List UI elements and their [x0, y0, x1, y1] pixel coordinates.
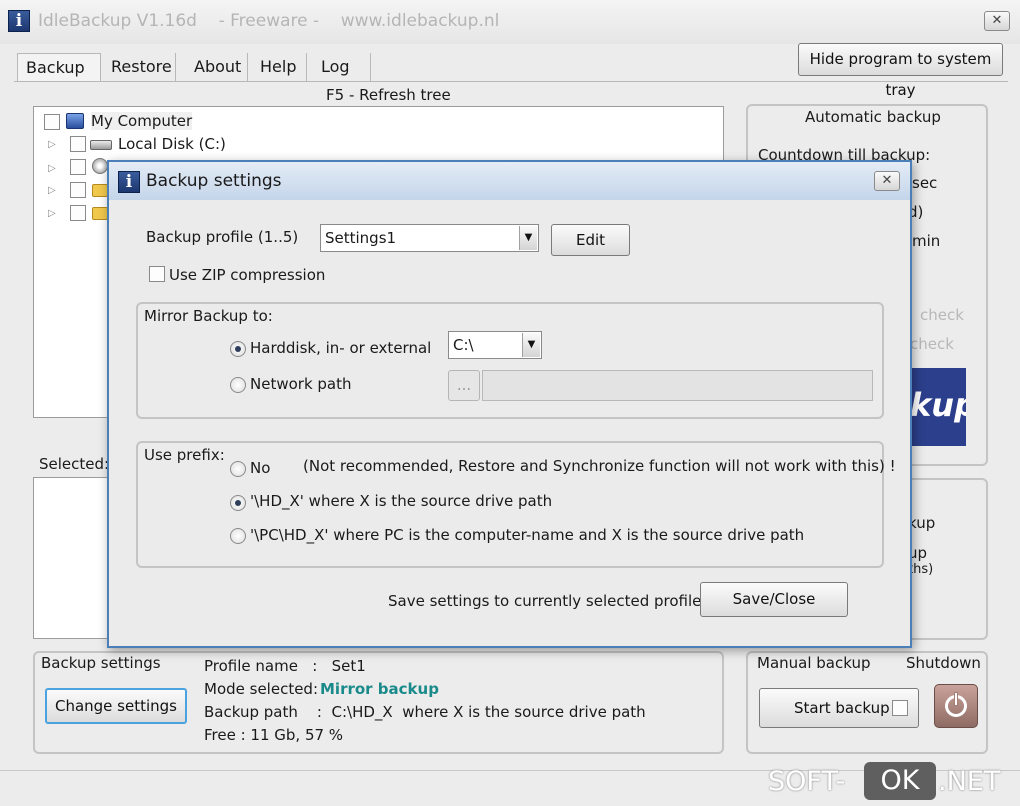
save-note: Save settings to currently selected prof… — [388, 592, 702, 610]
prefix-no-note: (Not recommended, Restore and Synchroniz… — [303, 457, 896, 475]
app-logo: kup — [908, 368, 966, 446]
prefix-pc-label[interactable]: '\PC\HD_X' where PC is the computer-name… — [250, 526, 804, 544]
window-title: IdleBackup V1.16d - Freeware - www.idleb… — [38, 11, 500, 31]
profile-name-text: Profile name : Set1 — [204, 657, 366, 675]
folder-icon — [92, 184, 108, 197]
computer-icon — [66, 113, 84, 129]
browse-button[interactable]: ... — [448, 370, 480, 401]
tab-restore[interactable]: Restore — [103, 53, 176, 81]
expand-icon[interactable]: ▷ — [48, 163, 56, 174]
zip-compression-label: Use ZIP compression — [169, 266, 326, 284]
tree-item-checkbox[interactable] — [70, 159, 86, 175]
app-icon: i — [118, 171, 140, 193]
tab-help[interactable]: Help — [252, 53, 307, 81]
profile-label: Backup profile (1..5) — [146, 228, 299, 246]
prefix-no-radio[interactable] — [230, 461, 246, 477]
partial-text: sec — [912, 174, 938, 192]
tree-root-label[interactable]: My Computer — [91, 112, 193, 130]
close-icon[interactable]: ✕ — [874, 171, 900, 191]
backup-settings-title: Backup settings — [41, 654, 161, 672]
change-settings-button[interactable]: Change settings — [45, 688, 187, 724]
hard-disk-icon — [90, 140, 112, 150]
cd-drive-icon — [92, 158, 108, 174]
refresh-hint: F5 - Refresh tree — [326, 86, 451, 104]
power-icon-bar — [954, 692, 958, 706]
partial-text: kup — [908, 514, 936, 532]
harddisk-label[interactable]: Harddisk, in- or external — [250, 339, 431, 357]
prefix-group: Use prefix: No (Not recommended, Restore… — [136, 441, 896, 568]
partial-text: check — [920, 306, 964, 324]
backup-settings-group: Backup settings Change settings Profile … — [33, 651, 724, 754]
harddisk-radio[interactable] — [230, 341, 246, 357]
profile-select-value: Settings1 — [325, 229, 397, 247]
mirror-backup-group: Mirror Backup to: Harddisk, in- or exter… — [136, 302, 884, 419]
partial-text: check — [910, 335, 954, 353]
edit-profile-button[interactable]: Edit — [551, 224, 630, 256]
tree-item-checkbox[interactable] — [70, 205, 86, 221]
dialog-title: Backup settings — [146, 171, 282, 191]
chevron-down-icon[interactable]: ▼ — [522, 333, 540, 357]
my-computer-checkbox[interactable] — [44, 114, 60, 130]
zip-compression-checkbox[interactable] — [149, 266, 165, 282]
chevron-down-icon[interactable]: ▼ — [519, 226, 537, 250]
expand-icon[interactable]: ▷ — [48, 185, 56, 196]
prefix-group-title: Use prefix: — [144, 446, 225, 464]
mirror-group-title: Mirror Backup to: — [144, 307, 273, 325]
logo-text: kup — [910, 386, 966, 424]
backup-settings-dialog: i Backup settings ✕ Backup profile (1..5… — [107, 160, 912, 648]
partial-text: min — [912, 232, 941, 250]
selected-label: Selected: — [39, 455, 110, 473]
local-disk-checkbox[interactable] — [70, 136, 86, 152]
backup-path-text: Backup path : C:\HD_X where X is the sou… — [204, 703, 646, 721]
mode-label: Mode selected: — [204, 680, 319, 698]
start-backup-button[interactable]: Start backup — [759, 688, 919, 728]
prefix-hd-radio[interactable] — [230, 495, 246, 511]
watermark-suffix: .NET — [938, 766, 1001, 797]
expand-icon[interactable]: ▷ — [48, 208, 56, 219]
tab-divider — [14, 81, 1008, 82]
manual-backup-group: Manual backup Shutdown Start backup — [746, 651, 988, 754]
folder-icon — [92, 207, 108, 220]
prefix-hd-label[interactable]: '\HD_X' where X is the source drive path — [250, 492, 552, 510]
prefix-no-label[interactable]: No — [250, 459, 270, 477]
close-icon[interactable]: ✕ — [984, 11, 1010, 31]
dialog-title-bar: i Backup settings ✕ — [109, 162, 910, 200]
start-backup-checkbox[interactable] — [892, 700, 908, 716]
tab-about[interactable]: About — [186, 53, 248, 81]
hide-to-tray-button[interactable]: Hide program to system tray — [798, 43, 1003, 99]
watermark-ok: OK — [864, 762, 936, 800]
watermark-prefix: SOFT- — [768, 766, 846, 797]
network-path-radio[interactable] — [230, 377, 246, 393]
shutdown-label: Shutdown — [906, 654, 981, 672]
profile-select[interactable]: Settings1 ▼ — [320, 224, 539, 252]
drive-select-value: C:\ — [453, 336, 474, 354]
prefix-pc-radio[interactable] — [230, 528, 246, 544]
drive-select[interactable]: C:\ ▼ — [448, 331, 542, 359]
tree-item-label[interactable]: Local Disk (C:) — [118, 135, 226, 153]
network-path-label[interactable]: Network path — [250, 375, 352, 393]
free-space-text: Free : 11 Gb, 57 % — [204, 726, 344, 744]
tab-backup[interactable]: Backup — [17, 53, 101, 81]
mode-value: Mirror backup — [320, 680, 439, 698]
shutdown-button[interactable] — [934, 684, 978, 728]
network-path-input[interactable] — [482, 370, 873, 401]
tree-item-checkbox[interactable] — [70, 182, 86, 198]
manual-backup-title: Manual backup — [757, 654, 871, 672]
app-icon: i — [8, 10, 30, 32]
save-close-button[interactable]: Save/Close — [700, 582, 848, 617]
automatic-backup-title: Automatic backup — [805, 108, 941, 126]
tab-log[interactable]: Log — [313, 53, 371, 81]
title-bar: i IdleBackup V1.16d - Freeware - www.idl… — [0, 0, 1020, 44]
expand-icon[interactable]: ▷ — [48, 139, 56, 150]
start-backup-label: Start backup — [794, 699, 890, 717]
